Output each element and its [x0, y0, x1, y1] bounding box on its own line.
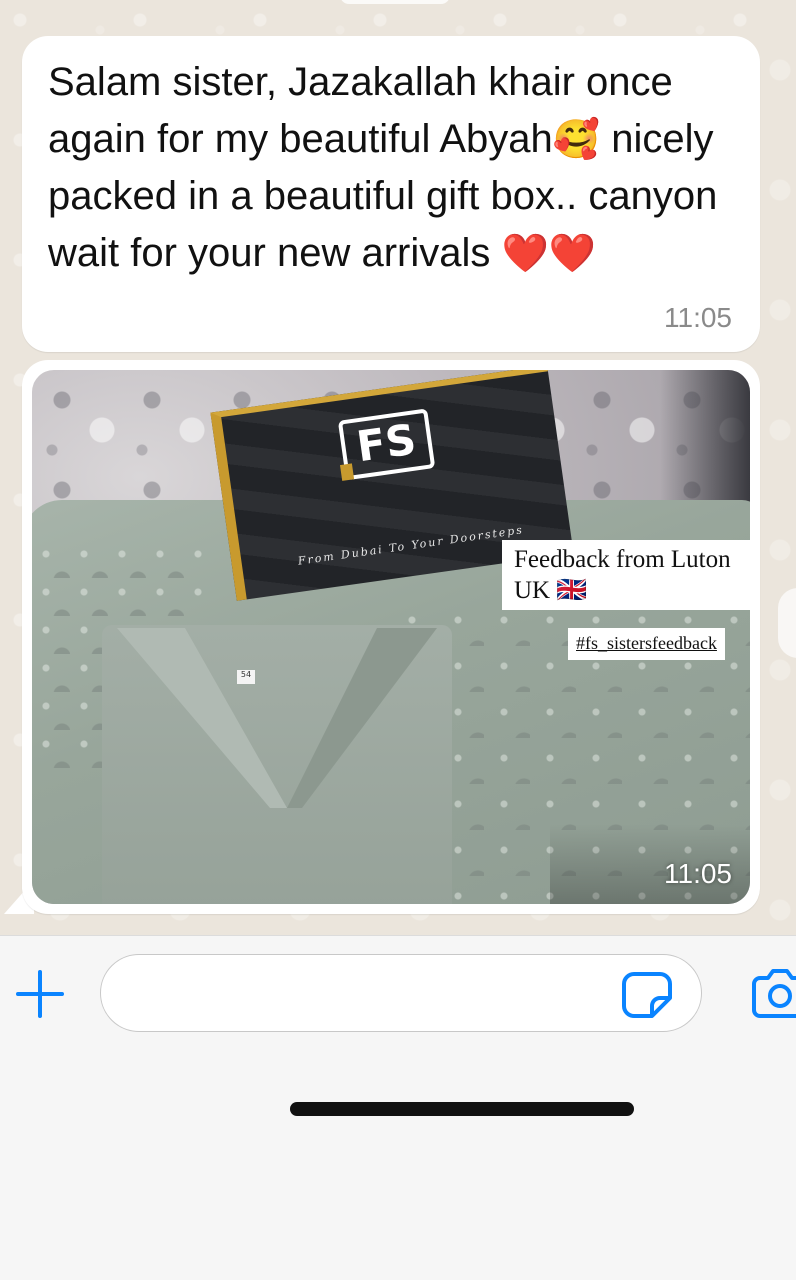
- smiling-hearts-emoji: 🥰: [552, 117, 601, 161]
- plus-icon[interactable]: [12, 966, 68, 1022]
- message-photo[interactable]: FS From Dubai To Your Doorsteps 54 Feedb…: [32, 370, 750, 904]
- sticker-icon[interactable]: [620, 970, 674, 1020]
- message-bubble-image[interactable]: FS From Dubai To Your Doorsteps 54 Feedb…: [22, 360, 760, 914]
- message-input[interactable]: [100, 954, 702, 1032]
- message-bubble-text[interactable]: Salam sister, Jazakallah khair once agai…: [22, 36, 760, 352]
- size-tag: 54: [237, 670, 255, 684]
- message-time: 11:05: [664, 302, 732, 333]
- forward-button-partial[interactable]: [778, 588, 796, 658]
- composer-bar: [0, 935, 796, 1280]
- image-message-time: 11:05: [664, 858, 732, 889]
- chat-background: Salam sister, Jazakallah khair once agai…: [0, 0, 796, 935]
- camera-icon[interactable]: [748, 966, 796, 1022]
- feedback-caption: Feedback from Luton UK 🇬🇧: [502, 540, 750, 610]
- hashtag-label: #fs_sistersfeedback: [568, 628, 725, 660]
- home-indicator: [290, 1102, 634, 1116]
- top-pill: [340, 0, 450, 4]
- message-text: Salam sister, Jazakallah khair once agai…: [48, 54, 738, 282]
- red-heart-emoji: ❤️❤️: [501, 231, 597, 275]
- box-logo: FS: [337, 408, 436, 481]
